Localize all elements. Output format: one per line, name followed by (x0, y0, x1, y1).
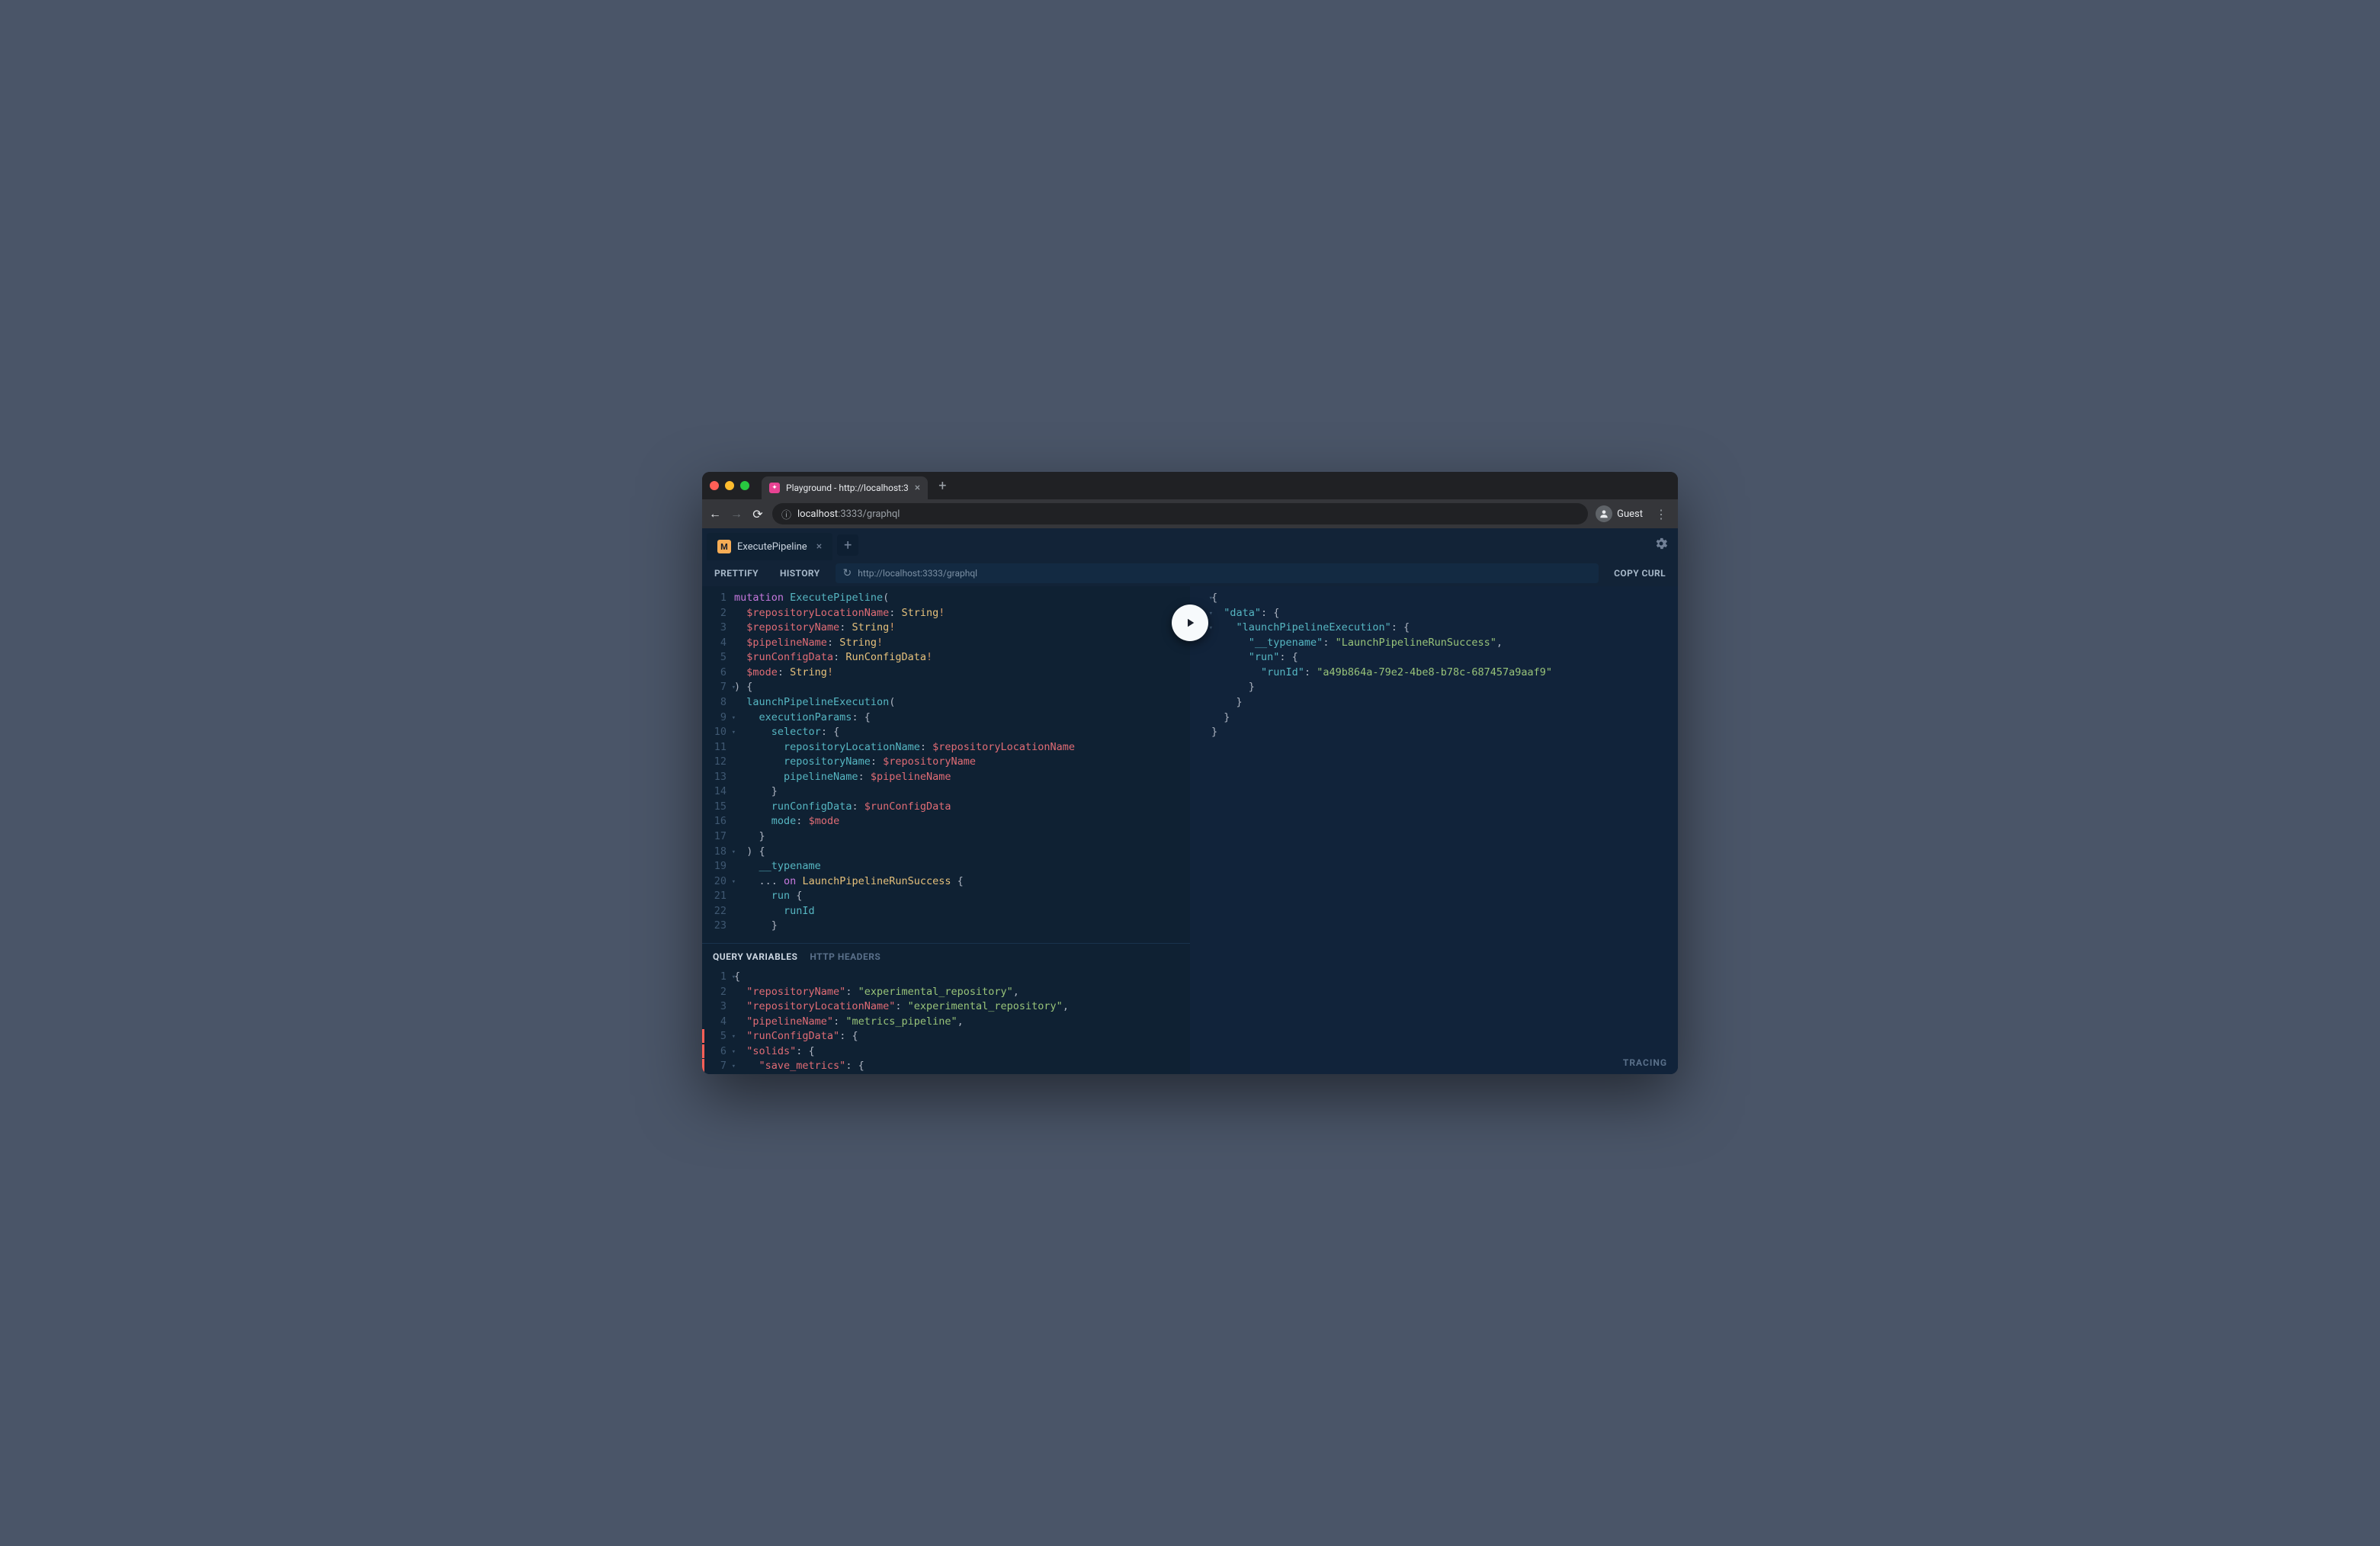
graphql-playground: M ExecutePipeline × + PRETTIFY HISTORY ↻… (702, 528, 1678, 1074)
response-pane: ▾{▾ "data": {▾ "launchPipelineExecution"… (1190, 586, 1678, 1074)
avatar-icon (1596, 505, 1612, 522)
playground-tab-title: ExecutePipeline (737, 541, 807, 553)
code-line: 3 "repositoryLocationName": "experimenta… (702, 999, 1190, 1015)
code-line: 17 } (702, 829, 1190, 845)
code-line: "__typename": "LaunchPipelineRunSuccess"… (1190, 636, 1678, 651)
variables-editor[interactable]: 1▾{2 "repositoryName": "experimental_rep… (702, 970, 1190, 1074)
code-line: 1mutation ExecutePipeline( (702, 591, 1190, 606)
close-playground-tab-icon[interactable]: × (816, 540, 822, 553)
history-button[interactable]: HISTORY (769, 560, 831, 586)
profile-chip[interactable]: Guest (1596, 505, 1643, 522)
playground-tabbar: M ExecutePipeline × + (702, 528, 1678, 560)
new-tab-button[interactable]: + (934, 478, 951, 494)
address-bar[interactable]: ⓘ localhost:3333/graphql (772, 503, 1588, 524)
code-line: 14 } (702, 784, 1190, 800)
code-line: 5 $runConfigData: RunConfigData! (702, 650, 1190, 666)
code-line: 8 launchPipelineExecution( (702, 695, 1190, 710)
code-line: 6▾ "solids": { (702, 1044, 1190, 1060)
favicon-icon: ✦ (769, 483, 780, 493)
reload-endpoint-icon[interactable]: ↻ (843, 567, 852, 579)
code-line: } (1190, 680, 1678, 695)
code-line: 18▾ ) { (702, 845, 1190, 860)
forward-icon[interactable]: → (730, 506, 743, 521)
code-line: 1▾{ (702, 970, 1190, 985)
code-line: 3 $repositoryName: String! (702, 621, 1190, 636)
http-headers-tab[interactable]: HTTP HEADERS (810, 951, 880, 962)
code-line: "run": { (1190, 650, 1678, 666)
code-line: 4 "pipelineName": "metrics_pipeline", (702, 1015, 1190, 1030)
code-line: 6 $mode: String! (702, 666, 1190, 681)
code-line: 10▾ selector: { (702, 725, 1190, 740)
query-variables-tab[interactable]: QUERY VARIABLES (713, 951, 797, 962)
code-line: 11 repositoryLocationName: $repositoryLo… (702, 740, 1190, 755)
code-line: 19 __typename (702, 859, 1190, 874)
variables-panel-tabs: QUERY VARIABLES HTTP HEADERS (702, 944, 1190, 970)
code-line: "runId": "a49b864a-79e2-4be8-b78c-687457… (1190, 666, 1678, 681)
code-line: 15 runConfigData: $runConfigData (702, 800, 1190, 815)
code-line: 16 mode: $mode (702, 814, 1190, 829)
endpoint-text: http://localhost:3333/graphql (858, 568, 977, 579)
browser-tab[interactable]: ✦ Playground - http://localhost:3 × (762, 476, 928, 499)
prettify-button[interactable]: PRETTIFY (704, 560, 769, 586)
traffic-lights (710, 481, 749, 490)
code-line: 21 run { (702, 889, 1190, 904)
response-viewer: ▾{▾ "data": {▾ "launchPipelineExecution"… (1190, 586, 1678, 1074)
back-icon[interactable]: ← (708, 506, 722, 521)
window-close-button[interactable] (710, 481, 719, 490)
site-info-icon[interactable]: ⓘ (781, 507, 791, 521)
settings-icon[interactable] (1653, 536, 1669, 555)
playground-toolbar: PRETTIFY HISTORY ↻ http://localhost:3333… (702, 560, 1678, 586)
workspace: DOCS SCHEMA 1mutation ExecutePipeline(2 … (702, 586, 1678, 1074)
code-line: 7▾) { (702, 680, 1190, 695)
variables-panel: QUERY VARIABLES HTTP HEADERS 1▾{2 "repos… (702, 943, 1190, 1074)
code-line: } (1190, 725, 1678, 740)
code-line: 23 } (702, 919, 1190, 934)
reload-icon[interactable]: ⟳ (751, 507, 765, 521)
code-line: ▾ "data": { (1190, 606, 1678, 621)
code-line: } (1190, 710, 1678, 726)
endpoint-input[interactable]: ↻ http://localhost:3333/graphql (836, 563, 1599, 583)
code-line: 7▾ "save_metrics": { (702, 1059, 1190, 1074)
copy-curl-button[interactable]: COPY CURL (1603, 568, 1676, 579)
code-line: 9▾ executionParams: { (702, 710, 1190, 726)
code-line: 2 "repositoryName": "experimental_reposi… (702, 985, 1190, 1000)
browser-toolbar: ← → ⟳ ⓘ localhost:3333/graphql Guest ⋮ (702, 499, 1678, 528)
query-pane: 1mutation ExecutePipeline(2 $repositoryL… (702, 586, 1190, 1074)
url-text: localhost:3333/graphql (797, 508, 900, 520)
code-line: } (1190, 695, 1678, 710)
playground-tab[interactable]: M ExecutePipeline × (707, 533, 832, 560)
query-editor[interactable]: 1mutation ExecutePipeline(2 $repositoryL… (702, 586, 1190, 943)
code-line: ▾ "launchPipelineExecution": { (1190, 621, 1678, 636)
tracing-tab[interactable]: TRACING (1623, 1057, 1667, 1068)
execute-button[interactable] (1172, 605, 1208, 641)
code-line: ▾{ (1190, 591, 1678, 606)
browser-tabbar: ✦ Playground - http://localhost:3 × + (702, 472, 1678, 499)
code-line: 12 repositoryName: $repositoryName (702, 755, 1190, 770)
operation-badge: M (717, 540, 731, 553)
code-line: 13 pipelineName: $pipelineName (702, 770, 1190, 785)
code-line: 20▾ ... on LaunchPipelineRunSuccess { (702, 874, 1190, 890)
browser-window: ✦ Playground - http://localhost:3 × + ← … (702, 472, 1678, 1074)
window-minimize-button[interactable] (725, 481, 734, 490)
browser-tab-title: Playground - http://localhost:3 (786, 483, 909, 493)
profile-label: Guest (1617, 508, 1643, 520)
code-line: 2 $repositoryLocationName: String! (702, 606, 1190, 621)
close-tab-icon[interactable]: × (915, 482, 920, 494)
code-line: 5▾ "runConfigData": { (702, 1029, 1190, 1044)
browser-menu-icon[interactable]: ⋮ (1650, 507, 1672, 521)
window-maximize-button[interactable] (740, 481, 749, 490)
code-line: 22 runId (702, 904, 1190, 919)
add-playground-tab-button[interactable]: + (837, 534, 858, 556)
code-line: 4 $pipelineName: String! (702, 636, 1190, 651)
